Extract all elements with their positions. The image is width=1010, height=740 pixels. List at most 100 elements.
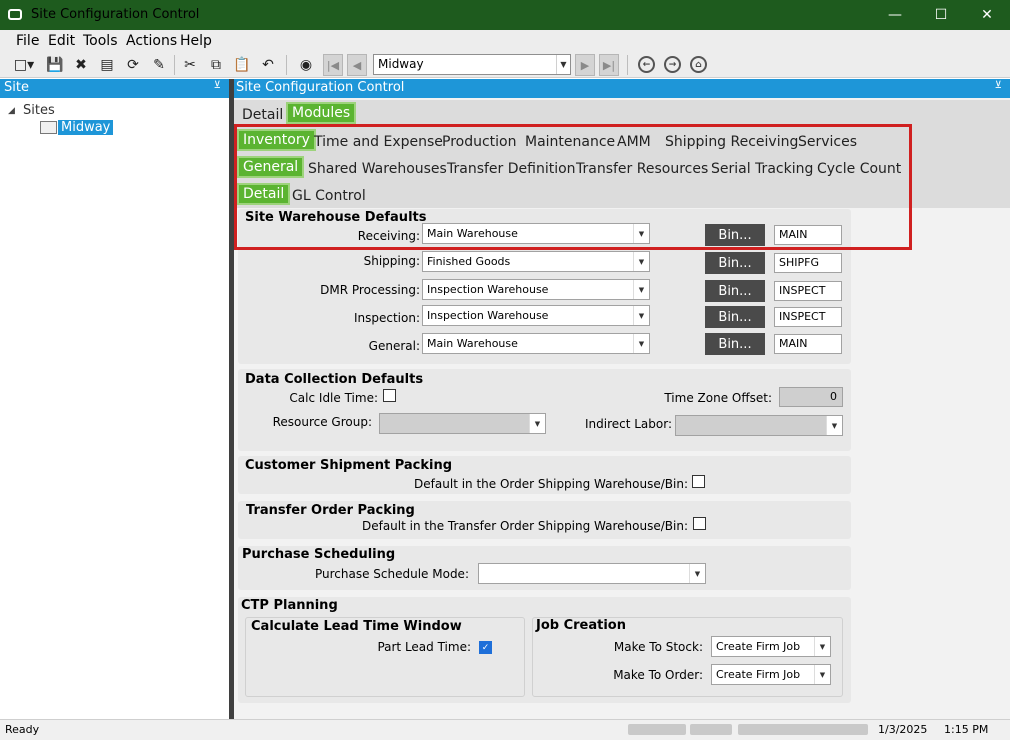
menu-actions[interactable]: Actions (126, 33, 177, 49)
new-icon[interactable]: □▾ (14, 55, 34, 75)
status-date: 1/3/2025 (878, 723, 928, 736)
save-icon[interactable]: 💾 (45, 55, 65, 75)
purchase-scheduling-title: Purchase Scheduling (242, 547, 396, 562)
site-selector[interactable]: Midway ▼ (373, 54, 571, 75)
inspection-label: Inspection: (353, 311, 420, 325)
chevron-down-icon[interactable]: ▼ (633, 280, 649, 299)
calc-idle-label: Calc Idle Time: (289, 391, 378, 405)
indirect-labor-dropdown[interactable]: ▼ (675, 415, 843, 436)
dmr-processing-bin-field[interactable]: INSPECT (774, 281, 842, 301)
tab-detail[interactable]: Detail (242, 107, 283, 123)
general-bin-button[interactable]: Bin... (705, 333, 765, 355)
undo-all-icon[interactable]: ▤ (97, 55, 117, 75)
customer-shipment-label: Default in the Order Shipping Warehouse/… (414, 477, 688, 491)
chevron-down-icon[interactable]: ▼ (529, 414, 545, 433)
chevron-down-icon[interactable]: ▼ (814, 637, 830, 656)
folder-icon (40, 121, 57, 134)
part-lead-time-checkbox[interactable]: ✓ (479, 641, 492, 654)
make-to-stock-dropdown[interactable]: Create Firm Job ▼ (711, 636, 831, 657)
shipping-bin-field[interactable]: SHIPFG (774, 253, 842, 273)
tree-root-sites[interactable]: Sites (23, 103, 55, 118)
customer-shipment-checkbox[interactable] (692, 475, 705, 488)
shipping-value: Finished Goods (427, 255, 511, 268)
chevron-down-icon[interactable]: ▼ (814, 665, 830, 684)
right-panel-header: Site Configuration Control ⊻ (234, 79, 1010, 98)
general-dropdown[interactable]: Main Warehouse ▼ (422, 333, 650, 354)
resource-group-dropdown[interactable]: ▼ (379, 413, 546, 434)
make-to-order-value: Create Firm Job (716, 668, 801, 681)
chevron-down-icon[interactable]: ▼ (556, 55, 570, 74)
inspection-bin-button[interactable]: Bin... (705, 306, 765, 328)
home-icon[interactable]: ⌂ (690, 56, 707, 73)
undo-icon[interactable]: ↶ (258, 55, 278, 75)
general-label: General: (368, 339, 420, 353)
pin-icon[interactable]: ⊻ (214, 80, 221, 91)
clear-icon[interactable]: ✎ (149, 55, 169, 75)
search-icon[interactable]: ◉ (296, 55, 316, 75)
make-to-order-label: Make To Order: (613, 668, 703, 682)
status-text: Ready (5, 723, 40, 736)
chevron-down-icon[interactable]: ▼ (633, 252, 649, 271)
general-bin-field[interactable]: MAIN (774, 334, 842, 354)
previous-record-icon[interactable]: ◀ (347, 54, 367, 76)
time-zone-offset-field[interactable]: 0 (779, 387, 843, 407)
calc-idle-checkbox[interactable] (383, 389, 396, 402)
time-zone-offset-label: Time Zone Offset: (664, 391, 772, 405)
back-icon[interactable]: ← (638, 56, 655, 73)
shipping-dropdown[interactable]: Finished Goods ▼ (422, 251, 650, 272)
status-time: 1:15 PM (944, 723, 989, 736)
transfer-order-label: Default in the Transfer Order Shipping W… (361, 519, 688, 533)
chevron-down-icon[interactable]: ▼ (826, 416, 842, 435)
dmr-processing-value: Inspection Warehouse (427, 283, 549, 296)
first-record-icon[interactable]: |◀ (323, 54, 343, 76)
cut-icon[interactable]: ✂ (180, 55, 200, 75)
dmr-processing-dropdown[interactable]: Inspection Warehouse ▼ (422, 279, 650, 300)
ctp-planning-title: CTP Planning (241, 598, 338, 613)
expand-icon[interactable]: ◢ (8, 106, 15, 116)
redacted-field (738, 724, 868, 735)
transfer-order-checkbox[interactable] (693, 517, 706, 530)
chevron-down-icon[interactable]: ▼ (633, 306, 649, 325)
delete-icon[interactable]: ✖ (71, 55, 91, 75)
right-panel-title: Site Configuration Control (236, 80, 405, 95)
chevron-down-icon[interactable]: ▼ (633, 334, 649, 353)
purchase-schedule-mode-label: Purchase Schedule Mode: (314, 567, 469, 581)
menu-help[interactable]: Help (180, 33, 212, 49)
chevron-down-icon[interactable]: ▼ (689, 564, 705, 583)
resource-group-label: Resource Group: (272, 415, 372, 429)
make-to-order-dropdown[interactable]: Create Firm Job ▼ (711, 664, 831, 685)
app-icon (8, 9, 22, 20)
redacted-field (690, 724, 732, 735)
copy-icon[interactable]: ⧉ (206, 55, 226, 75)
highlight-box (234, 124, 912, 250)
dmr-processing-bin-button[interactable]: Bin... (705, 280, 765, 302)
dmr-processing-label: DMR Processing: (320, 283, 420, 297)
paste-icon[interactable]: 📋 (232, 55, 252, 75)
menu-tools[interactable]: Tools (83, 33, 118, 49)
tree-item-midway[interactable]: Midway (58, 120, 114, 135)
minimize-button[interactable]: — (872, 0, 918, 30)
shipping-bin-button[interactable]: Bin... (705, 252, 765, 274)
transfer-order-title: Transfer Order Packing (246, 503, 415, 518)
left-panel-header: Site ⊻ (0, 79, 229, 98)
refresh-icon[interactable]: ⟳ (123, 55, 143, 75)
left-panel-title: Site (4, 80, 29, 95)
toolbar-separator (286, 55, 287, 75)
maximize-button[interactable]: ☐ (918, 0, 964, 30)
data-collection-title: Data Collection Defaults (245, 372, 424, 387)
tab-modules[interactable]: Modules (286, 102, 357, 124)
inspection-bin-field[interactable]: INSPECT (774, 307, 842, 327)
forward-icon[interactable]: → (664, 56, 681, 73)
next-record-icon[interactable]: ▶ (575, 54, 595, 76)
general-value: Main Warehouse (427, 337, 518, 350)
menu-file[interactable]: File (16, 33, 39, 49)
pin-icon[interactable]: ⊻ (995, 80, 1002, 91)
menu-edit[interactable]: Edit (48, 33, 75, 49)
last-record-icon[interactable]: ▶| (599, 54, 619, 76)
site-selector-value: Midway (378, 57, 424, 71)
purchase-schedule-mode-dropdown[interactable]: ▼ (478, 563, 706, 584)
inspection-value: Inspection Warehouse (427, 309, 549, 322)
close-button[interactable]: ✕ (964, 0, 1010, 30)
tree-view (0, 98, 229, 719)
inspection-dropdown[interactable]: Inspection Warehouse ▼ (422, 305, 650, 326)
